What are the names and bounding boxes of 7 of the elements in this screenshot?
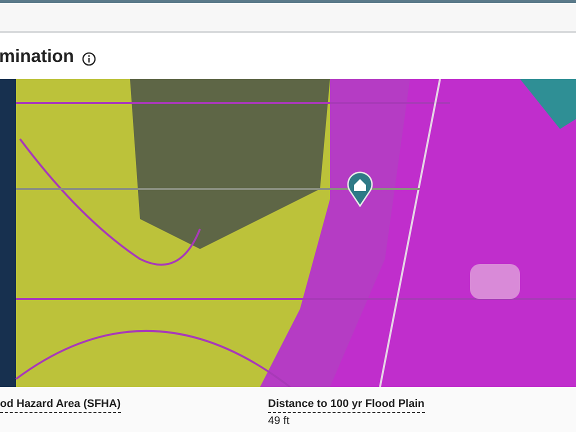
section-title: mination bbox=[0, 44, 74, 68]
field-value: 49 ft bbox=[268, 415, 290, 428]
field-label: Distance to 100 yr Flood Plain bbox=[268, 398, 424, 413]
house-pin-icon[interactable] bbox=[347, 171, 373, 207]
flood-map-drawing[interactable] bbox=[0, 79, 576, 387]
info-icon[interactable] bbox=[82, 52, 96, 66]
field-label: od Hazard Area (SFHA) bbox=[0, 398, 121, 413]
